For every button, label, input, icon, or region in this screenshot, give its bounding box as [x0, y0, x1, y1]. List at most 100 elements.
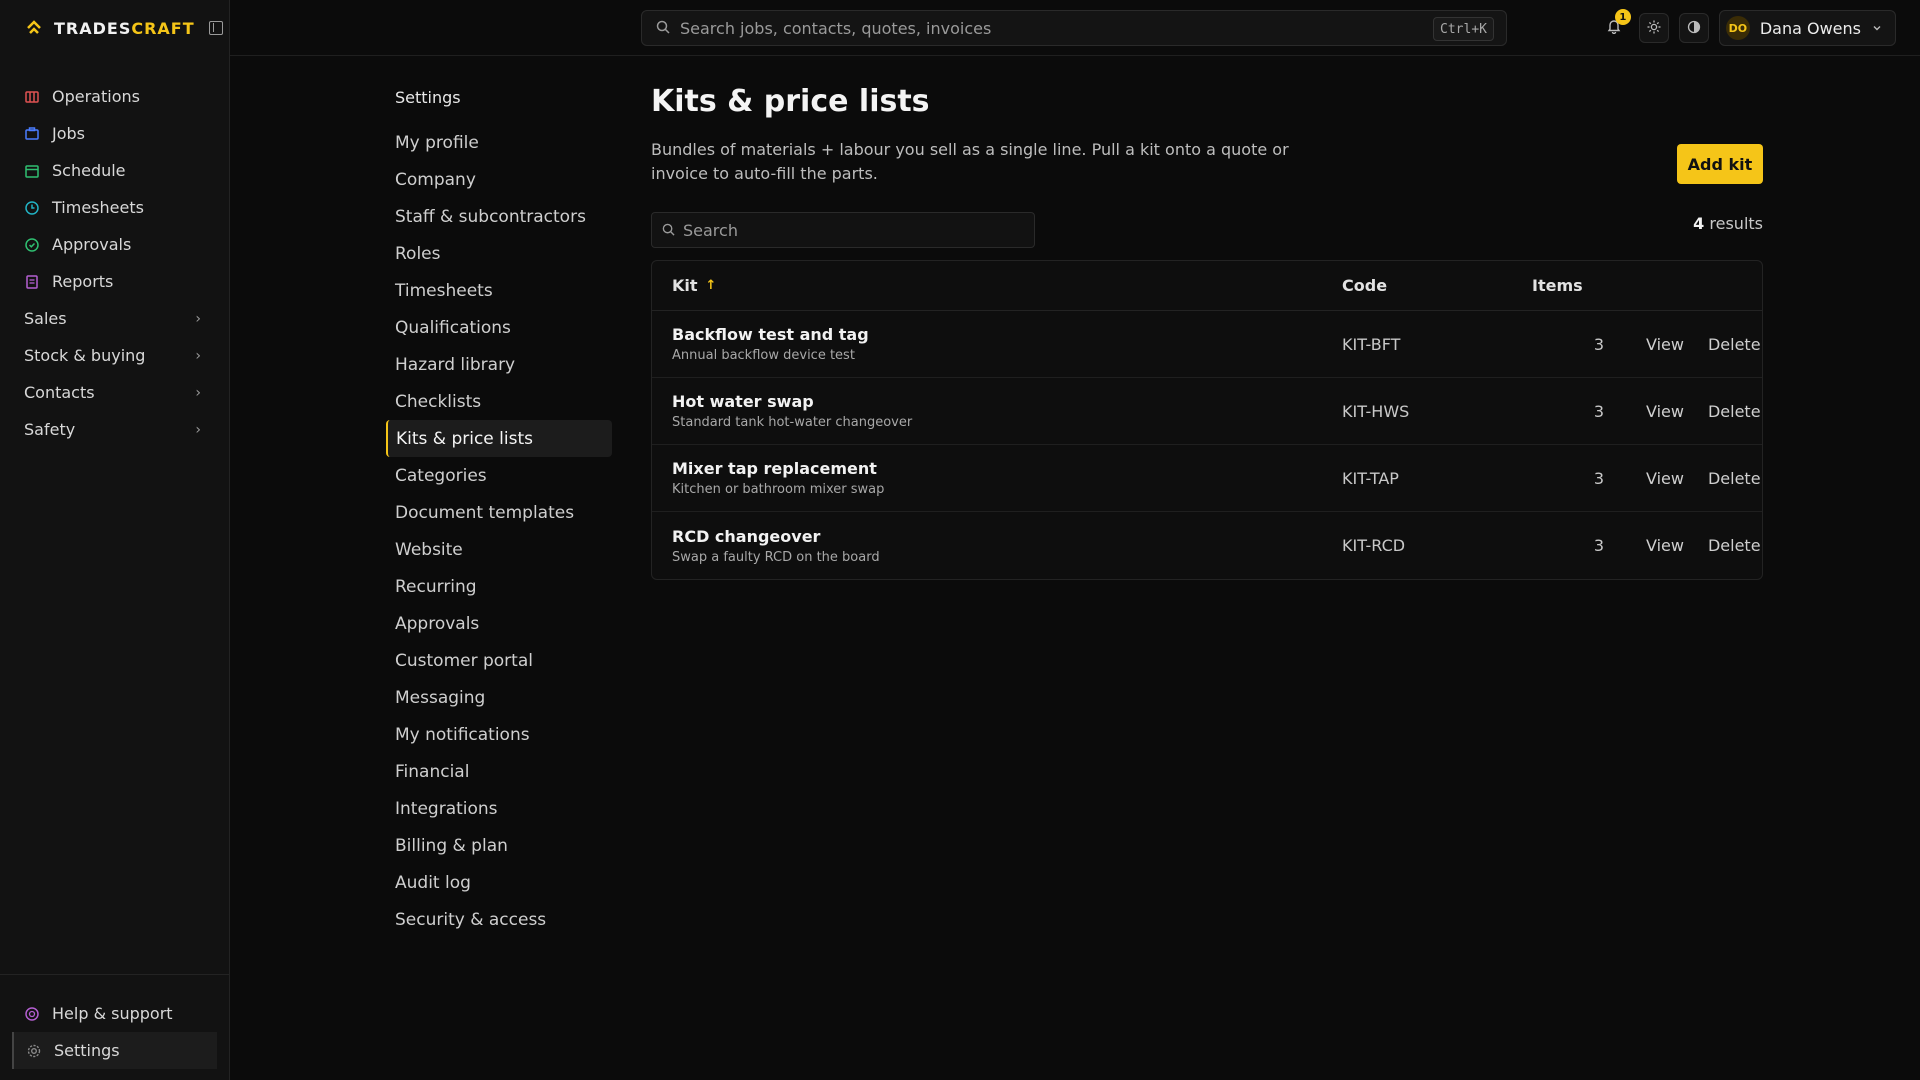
settings-item-customer-portal[interactable]: Customer portal	[386, 642, 612, 679]
settings-item-billing[interactable]: Billing & plan	[386, 827, 612, 864]
column-header-items[interactable]: Items	[1532, 276, 1632, 295]
notifications-button[interactable]: 1	[1599, 9, 1631, 46]
settings-item-staff[interactable]: Staff & subcontractors	[386, 198, 612, 235]
nav-label: Timesheets	[52, 198, 144, 217]
operations-icon	[24, 89, 40, 105]
nav-label: Schedule	[52, 161, 126, 180]
column-header-kit[interactable]: Kit ↑	[652, 276, 1342, 295]
chevron-down-icon	[1871, 19, 1883, 38]
topbar-actions: 1 DO Dana Owens	[1599, 9, 1896, 46]
sidebar-collapse-icon[interactable]	[208, 21, 223, 35]
settings-item-checklists[interactable]: Checklists	[386, 383, 612, 420]
nav-label: Approvals	[52, 235, 132, 254]
settings-item-financial[interactable]: Financial	[386, 753, 612, 790]
view-link[interactable]: View	[1646, 469, 1684, 488]
kit-code: KIT-BFT	[1342, 334, 1401, 354]
search-placeholder: Search jobs, contacts, quotes, invoices	[680, 18, 992, 38]
page-title: Kits & price lists	[651, 84, 930, 119]
settings-item-kits[interactable]: Kits & price lists	[386, 420, 612, 457]
chevron-right-icon: ›	[195, 384, 201, 401]
brand[interactable]: TRADESCRAFT	[0, 0, 229, 56]
nav-group-contacts[interactable]: Contacts ›	[0, 374, 229, 411]
settings-item-recurring[interactable]: Recurring	[386, 568, 612, 605]
kit-name: RCD changeover	[672, 526, 821, 546]
table-row[interactable]: Hot water swap Standard tank hot-water c…	[652, 378, 1762, 445]
table-row[interactable]: Backflow test and tag Annual backflow de…	[652, 311, 1762, 378]
nav-item-reports[interactable]: Reports	[0, 263, 229, 300]
global-search-input[interactable]: Search jobs, contacts, quotes, invoices …	[641, 10, 1507, 46]
settings-item-integrations[interactable]: Integrations	[386, 790, 612, 827]
nav-item-approvals[interactable]: Approvals	[0, 226, 229, 263]
check-circle-icon	[24, 237, 40, 253]
kit-name: Mixer tap replacement	[672, 459, 877, 478]
kit-search-input[interactable]: Search	[651, 212, 1035, 248]
settings-item-security[interactable]: Security & access	[386, 901, 612, 938]
table-row[interactable]: Mixer tap replacement Kitchen or bathroo…	[652, 445, 1762, 512]
settings-item-website[interactable]: Website	[386, 531, 612, 568]
kit-subtitle: Kitchen or bathroom mixer swap	[672, 482, 885, 497]
contrast-toggle-button[interactable]	[1678, 13, 1709, 43]
settings-item-qualifications[interactable]: Qualifications	[386, 309, 612, 346]
settings-item-document-templates[interactable]: Document templates	[386, 494, 612, 531]
user-menu[interactable]: DO Dana Owens	[1718, 10, 1896, 46]
nav-item-schedule[interactable]: Schedule	[0, 152, 229, 189]
view-link[interactable]: View	[1646, 335, 1684, 354]
settings-nav-title: Settings	[395, 88, 461, 107]
settings-item-approvals[interactable]: Approvals	[386, 605, 612, 642]
delete-link[interactable]: Delete	[1708, 469, 1761, 488]
settings-item-timesheets[interactable]: Timesheets	[386, 272, 612, 309]
nav-item-timesheets[interactable]: Timesheets	[0, 189, 229, 226]
nav-item-help[interactable]: Help & support	[0, 995, 229, 1032]
nav-label: Settings	[54, 1041, 120, 1060]
add-kit-button[interactable]: Add kit	[1677, 144, 1763, 184]
nav-item-jobs[interactable]: Jobs	[0, 115, 229, 152]
nav-group-stock[interactable]: Stock & buying ›	[0, 337, 229, 374]
sun-icon	[1647, 19, 1661, 38]
kit-code: KIT-HWS	[1342, 401, 1410, 421]
row-actions: View Delete	[1632, 536, 1761, 555]
kit-items-count: 3	[1593, 334, 1604, 354]
nav-label: Safety	[24, 420, 76, 439]
theme-toggle-button[interactable]	[1638, 13, 1669, 43]
kit-code: KIT-RCD	[1342, 536, 1406, 555]
column-header-code[interactable]: Code	[1342, 276, 1532, 295]
jobs-icon	[24, 126, 40, 142]
nav-label: Stock & buying	[24, 346, 146, 365]
delete-link[interactable]: Delete	[1708, 402, 1761, 421]
table-row[interactable]: RCD changeover Swap a faulty RCD on the …	[652, 512, 1762, 579]
row-actions: View Delete	[1632, 402, 1761, 421]
delete-link[interactable]: Delete	[1708, 536, 1761, 555]
settings-item-my-profile[interactable]: My profile	[386, 124, 612, 161]
clock-icon	[24, 200, 40, 216]
nav-group-safety[interactable]: Safety ›	[0, 411, 229, 448]
kit-subtitle: Annual backflow device test	[672, 348, 855, 363]
results-count: 4 results	[1693, 214, 1763, 233]
view-link[interactable]: View	[1646, 536, 1684, 555]
nav-label: Reports	[52, 272, 114, 291]
kit-subtitle: Standard tank hot-water changeover	[672, 415, 913, 430]
kit-items-count: 3	[1593, 401, 1604, 421]
settings-item-messaging[interactable]: Messaging	[386, 679, 612, 716]
settings-item-my-notifications[interactable]: My notifications	[386, 716, 612, 753]
settings-item-hazard-library[interactable]: Hazard library	[386, 346, 612, 383]
page-description: Bundles of materials + labour you sell a…	[651, 140, 1289, 183]
view-link[interactable]: View	[1646, 402, 1684, 421]
primary-nav: Operations Jobs Schedule Timesheets Appr…	[0, 78, 229, 448]
nav-group-sales[interactable]: Sales ›	[0, 300, 229, 337]
logo-icon	[24, 18, 44, 38]
settings-item-roles[interactable]: Roles	[386, 235, 612, 272]
nav-item-operations[interactable]: Operations	[0, 78, 229, 115]
contrast-icon	[1687, 19, 1701, 38]
user-name: Dana Owens	[1759, 18, 1861, 38]
settings-item-categories[interactable]: Categories	[386, 457, 612, 494]
chevron-right-icon: ›	[195, 421, 201, 438]
nav-label: Contacts	[24, 383, 95, 402]
kits-table: Kit ↑ Code Items Backflow test and tag A…	[651, 260, 1763, 580]
search-icon	[656, 19, 670, 38]
delete-link[interactable]: Delete	[1708, 335, 1761, 354]
nav-item-settings[interactable]: Settings	[12, 1032, 217, 1069]
search-placeholder: Search	[683, 220, 738, 240]
settings-item-company[interactable]: Company	[386, 161, 612, 198]
settings-item-audit-log[interactable]: Audit log	[386, 864, 612, 901]
kit-code: KIT-TAP	[1342, 468, 1399, 488]
